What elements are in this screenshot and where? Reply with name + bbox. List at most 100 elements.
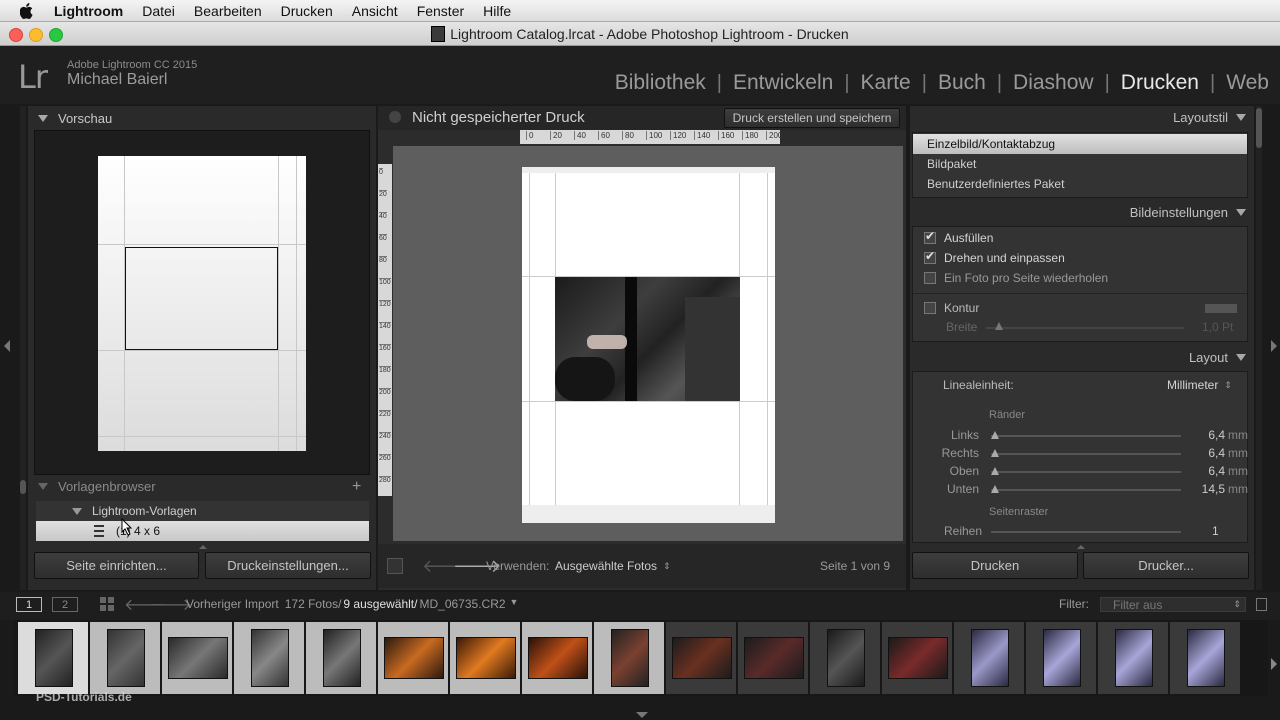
margin-slider-thumb[interactable]	[990, 467, 999, 475]
menu-datei[interactable]: Datei	[142, 3, 175, 19]
close-window-button[interactable]	[9, 28, 23, 42]
ruler-top-tick: 0	[526, 131, 533, 140]
menu-drucken[interactable]: Drucken	[281, 3, 333, 19]
print-photo[interactable]	[555, 277, 740, 401]
module-buch[interactable]: Buch	[927, 71, 997, 95]
stroke-checkbox-row[interactable]: Kontur	[924, 301, 979, 315]
stroke-checkbox[interactable]	[924, 302, 936, 314]
stroke-color-swatch[interactable]	[1205, 304, 1237, 313]
module-diashow[interactable]: Diashow	[1002, 71, 1105, 95]
filmstrip-thumbnail[interactable]	[450, 622, 520, 694]
module-drucken[interactable]: Drucken	[1110, 71, 1210, 95]
apple-icon[interactable]	[20, 2, 34, 19]
filmstrip-thumbnail[interactable]	[954, 622, 1024, 694]
panel-resize-icon[interactable]	[1077, 545, 1085, 549]
filmstrip-thumbnail[interactable]	[666, 622, 736, 694]
filmstrip-thumbnail[interactable]	[18, 622, 88, 694]
margin-slider[interactable]	[991, 453, 1181, 455]
thumbnail-image	[323, 629, 361, 687]
rotate-checkbox-row[interactable]: Drehen und einpassen	[924, 249, 1065, 265]
right-panel-scrollbar[interactable]	[1256, 106, 1262, 590]
left-panel-toggle-icon[interactable]	[4, 340, 10, 352]
layout-style-custom-package[interactable]: Benutzerdefiniertes Paket	[913, 174, 1247, 194]
preview-panel-header[interactable]: Vorschau	[38, 111, 112, 126]
filmstrip-thumbnail[interactable]	[162, 622, 232, 694]
right-panel-scroll-thumb[interactable]	[1256, 108, 1262, 148]
add-template-icon[interactable]: +	[352, 478, 361, 496]
first-page-button[interactable]	[387, 558, 403, 574]
image-settings-header[interactable]: Bildeinstellungen	[912, 205, 1246, 220]
right-panel-toggle-icon[interactable]	[1271, 340, 1277, 352]
filmstrip-thumbnail[interactable]	[810, 622, 880, 694]
filmstrip-thumbnail[interactable]	[594, 622, 664, 694]
module-bibliothek[interactable]: Bibliothek	[604, 71, 717, 95]
grid-view-icon[interactable]	[100, 597, 114, 611]
filmstrip-source[interactable]: Vorheriger Import 172 Fotos/ 9 ausgewähl…	[186, 597, 518, 611]
margin-unit: mm	[1228, 446, 1248, 460]
filter-select[interactable]: Filter aus ⇕	[1100, 597, 1246, 612]
menu-ansicht[interactable]: Ansicht	[352, 3, 398, 19]
create-saved-print-button[interactable]: Druck erstellen und speichern	[724, 108, 900, 128]
filmstrip-thumbnail[interactable]	[1098, 622, 1168, 694]
filmstrip-thumbnail[interactable]	[882, 622, 952, 694]
layout-style-single-image[interactable]: Einzelbild/Kontaktabzug	[913, 134, 1247, 154]
rotate-checkbox[interactable]	[924, 249, 936, 264]
module-karte[interactable]: Karte	[850, 71, 922, 95]
repeat-checkbox-row[interactable]: Ein Foto pro Seite wiederholen	[924, 271, 1108, 285]
module-entwickeln[interactable]: Entwickeln	[722, 71, 844, 95]
menu-hilfe[interactable]: Hilfe	[483, 3, 511, 19]
margin-slider-thumb[interactable]	[990, 431, 999, 439]
fill-checkbox[interactable]	[924, 229, 936, 244]
margin-slider[interactable]	[991, 489, 1181, 491]
print-button[interactable]: Drucken	[912, 552, 1078, 579]
ruler-left-tick: 120	[379, 300, 391, 308]
filmstrip-thumbnail[interactable]	[378, 622, 448, 694]
filmstrip-thumbnail[interactable]	[522, 622, 592, 694]
template-folder-row[interactable]: Lightroom-Vorlagen	[36, 501, 369, 521]
menu-lightroom[interactable]: Lightroom	[54, 3, 123, 19]
module-web[interactable]: Web	[1215, 71, 1280, 95]
margin-slider-thumb[interactable]	[990, 485, 999, 493]
template-item-row[interactable]: (1) 4 x 6	[36, 521, 369, 541]
fill-checkbox-row[interactable]: Ausfüllen	[924, 229, 993, 245]
layout-style-header[interactable]: Layoutstil	[912, 110, 1246, 125]
minimize-window-button[interactable]	[29, 28, 43, 42]
repeat-checkbox[interactable]	[924, 272, 936, 284]
margin-slider[interactable]	[991, 471, 1181, 473]
layout-title: Layout	[1188, 350, 1228, 365]
margin-slider-thumb[interactable]	[990, 449, 999, 457]
filmstrip-thumbnail[interactable]	[1170, 622, 1240, 694]
page-setup-button[interactable]: Seite einrichten...	[34, 552, 199, 579]
margin-unit: mm	[1228, 464, 1248, 478]
layout-style-picture-package[interactable]: Bildpaket	[913, 154, 1247, 174]
filmstrip-thumbnail[interactable]	[234, 622, 304, 694]
ruler-units-select[interactable]: Millimeter ⇕	[1167, 378, 1232, 392]
template-browser-header[interactable]: Vorlagenbrowser	[38, 479, 156, 494]
print-settings-button[interactable]: Druckeinstellungen...	[205, 552, 371, 579]
filmstrip-thumbnail[interactable]	[90, 622, 160, 694]
rows-slider[interactable]	[991, 531, 1181, 533]
printer-button[interactable]: Drucker...	[1083, 552, 1249, 579]
selected-count: 9 ausgewählt/	[343, 597, 418, 611]
filmstrip-thumbnail[interactable]	[306, 622, 376, 694]
left-panel-scrollbar[interactable]	[20, 106, 26, 590]
second-window-button[interactable]: 2	[52, 597, 78, 612]
filmstrip-thumbnail[interactable]	[1026, 622, 1096, 694]
use-select[interactable]: Ausgewählte Fotos ⇕	[555, 559, 671, 573]
filmstrip-scroll-right-icon[interactable]	[1271, 658, 1277, 670]
panel-resize-icon[interactable]	[199, 545, 207, 549]
menu-fenster[interactable]: Fenster	[417, 3, 464, 19]
menu-bearbeiten[interactable]: Bearbeiten	[194, 3, 262, 19]
margin-slider[interactable]	[991, 435, 1181, 437]
layout-header[interactable]: Layout	[912, 350, 1246, 365]
bottom-panel-toggle-icon[interactable]	[636, 712, 648, 718]
main-window-button[interactable]: 1	[16, 597, 42, 612]
left-panel-scroll-thumb[interactable]	[20, 480, 26, 494]
filter-lock-icon[interactable]	[1256, 598, 1267, 611]
filmstrip-thumbnail[interactable]	[738, 622, 808, 694]
stroke-width-slider[interactable]	[986, 327, 1184, 329]
stroke-width-thumb[interactable]	[995, 322, 1003, 330]
zoom-window-button[interactable]	[49, 28, 63, 42]
thumbnail-image	[971, 629, 1009, 687]
ruler-top-tick: 60	[598, 131, 610, 140]
